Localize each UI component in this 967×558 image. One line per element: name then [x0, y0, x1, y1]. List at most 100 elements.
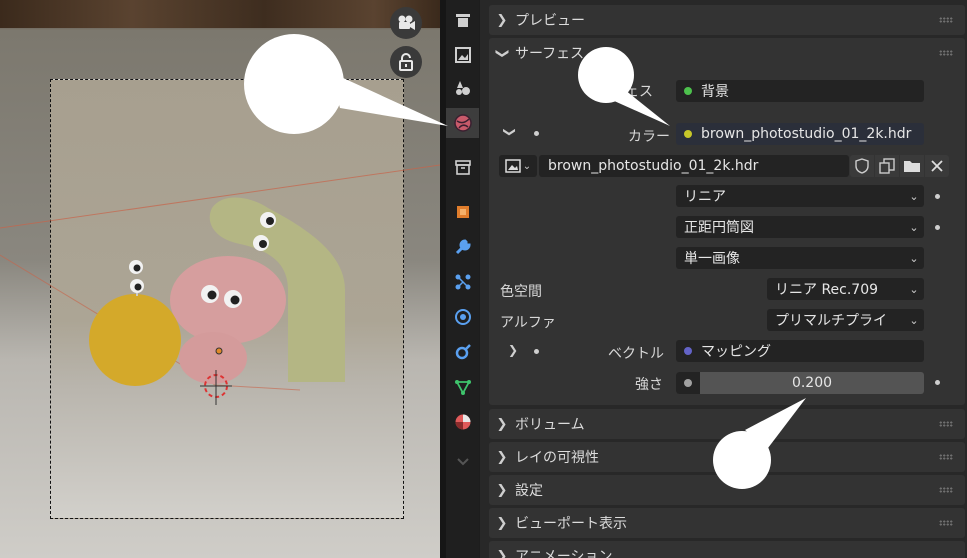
yellow-ball	[89, 294, 181, 386]
fake-user-button[interactable]	[850, 155, 874, 177]
tab-more[interactable]	[446, 447, 479, 477]
camera-view-button[interactable]	[390, 7, 422, 39]
panel-title: プレビュー	[515, 13, 585, 29]
surface-shader-value: 背景	[701, 84, 729, 100]
drag-grip-icon[interactable]	[939, 454, 953, 460]
open-image-button[interactable]	[900, 155, 924, 177]
alpha-dropdown[interactable]: プリマルチプライ ⌄	[767, 309, 924, 331]
tab-collection[interactable]	[446, 152, 479, 182]
lock-camera-button[interactable]	[390, 46, 422, 78]
pink-character-body	[179, 332, 247, 384]
output-icon	[454, 47, 471, 63]
chevron-right-icon: ❯	[496, 515, 508, 531]
image-source-value: 単一画像	[684, 251, 740, 267]
chevron-down-icon: ⌄	[909, 220, 919, 234]
panel-surface: ❯ サーフェス ェス 背景 ❯ カラー brown_photostudio_01_…	[489, 38, 965, 405]
vector-input-field[interactable]: マッピング	[676, 340, 924, 362]
colorspace-dropdown[interactable]: リニア Rec.709 ⌄	[767, 278, 924, 300]
lock-icon	[399, 53, 413, 71]
chevron-down-icon[interactable]: ❯	[503, 127, 517, 137]
chevron-right-icon: ❯	[496, 449, 508, 465]
surface-label: ェス	[625, 84, 653, 100]
duplicate-icon	[879, 158, 895, 174]
panel-title: サーフェス	[515, 46, 585, 62]
image-icon	[505, 159, 521, 173]
tab-render[interactable]	[446, 5, 479, 35]
color-input-field[interactable]: brown_photostudio_01_2k.hdr	[676, 123, 924, 145]
panel-animation[interactable]: ❯ アニメーション	[489, 541, 965, 558]
color-socket-icon	[684, 130, 692, 138]
panel-volume[interactable]: ❯ ボリューム	[489, 409, 965, 439]
tab-constraints[interactable]	[446, 337, 479, 367]
shader-socket-icon	[684, 87, 692, 95]
strength-value: 0.200	[791, 375, 833, 391]
shield-icon	[855, 158, 869, 174]
render-icon	[455, 14, 470, 27]
tab-material[interactable]	[446, 407, 479, 437]
drag-grip-icon[interactable]	[939, 487, 953, 493]
chevron-down-icon: ⌄	[909, 313, 919, 327]
keyframe-dot[interactable]	[534, 131, 539, 136]
chevron-down-icon: ❯	[494, 47, 510, 59]
keyframe-dot[interactable]	[935, 225, 940, 230]
panel-ray-visibility[interactable]: ❯ レイの可視性	[489, 442, 965, 472]
duplicate-image-button[interactable]	[875, 155, 899, 177]
keyframe-dot[interactable]	[534, 349, 539, 354]
chevron-right-icon: ❯	[496, 548, 508, 558]
panel-preview[interactable]: ❯ プレビュー	[489, 5, 965, 35]
panel-title: アニメーション	[515, 549, 613, 558]
chevron-right-icon[interactable]: ❯	[508, 343, 518, 357]
drag-grip-icon[interactable]	[939, 50, 953, 56]
drag-grip-icon[interactable]	[939, 421, 953, 427]
vector-socket-icon	[684, 347, 692, 355]
panel-viewport-display[interactable]: ❯ ビューポート表示	[489, 508, 965, 538]
panel-settings[interactable]: ❯ 設定	[489, 475, 965, 505]
chevron-down-icon: ⌄	[909, 251, 919, 265]
chevron-right-icon: ❯	[496, 416, 508, 432]
3d-viewport[interactable]	[0, 0, 440, 558]
drag-grip-icon[interactable]	[939, 17, 953, 23]
projection-dropdown[interactable]: 正距円筒図 ⌄	[676, 216, 924, 238]
data-icon	[454, 380, 471, 395]
strength-label: 強さ	[635, 377, 663, 393]
strength-slider[interactable]: 0.200	[676, 372, 924, 394]
drag-grip-icon[interactable]	[939, 520, 953, 526]
image-browse-button[interactable]: ⌄	[499, 155, 537, 177]
tab-world[interactable]	[446, 108, 479, 138]
properties-tab-bar	[446, 0, 479, 558]
camera-icon	[398, 15, 415, 30]
view-layer-icon	[455, 81, 470, 95]
image-source-dropdown[interactable]: 単一画像 ⌄	[676, 247, 924, 269]
vector-label: ベクトル	[608, 346, 664, 362]
chevron-down-icon: ⌄	[909, 282, 919, 296]
unlink-image-button[interactable]	[925, 155, 949, 177]
chevron-right-icon: ❯	[496, 12, 508, 28]
folder-icon	[904, 161, 920, 172]
float-socket-icon	[684, 379, 692, 387]
object-origin	[215, 347, 223, 355]
scene-render	[0, 164, 440, 405]
chevron-down-icon	[456, 458, 469, 466]
interpolation-value: リニア	[684, 189, 726, 205]
tab-data[interactable]	[446, 372, 479, 402]
material-icon	[455, 414, 470, 430]
particles-icon	[455, 274, 470, 290]
surface-shader-field[interactable]: 背景	[676, 80, 924, 102]
tab-particles[interactable]	[446, 267, 479, 297]
tab-view-layer[interactable]	[446, 73, 479, 103]
tab-object[interactable]	[446, 197, 479, 227]
image-name-field[interactable]: brown_photostudio_01_2k.hdr	[539, 155, 849, 177]
keyframe-dot[interactable]	[935, 380, 940, 385]
alpha-label: アルファ	[500, 315, 556, 331]
modifier-wrench-icon	[455, 239, 471, 255]
close-icon	[931, 160, 943, 172]
properties-editor: ❯ プレビュー ❯ サーフェス ェス 背景 ❯ カラー brown_photostu…	[480, 0, 967, 558]
keyframe-dot[interactable]	[935, 194, 940, 199]
tab-physics[interactable]	[446, 302, 479, 332]
tab-output[interactable]	[446, 40, 479, 70]
tab-modifiers[interactable]	[446, 232, 479, 262]
colorspace-label: 色空間	[500, 284, 542, 300]
panel-header[interactable]: ❯ サーフェス	[489, 38, 965, 68]
interpolation-dropdown[interactable]: リニア ⌄	[676, 185, 924, 207]
object-icon	[456, 206, 469, 218]
